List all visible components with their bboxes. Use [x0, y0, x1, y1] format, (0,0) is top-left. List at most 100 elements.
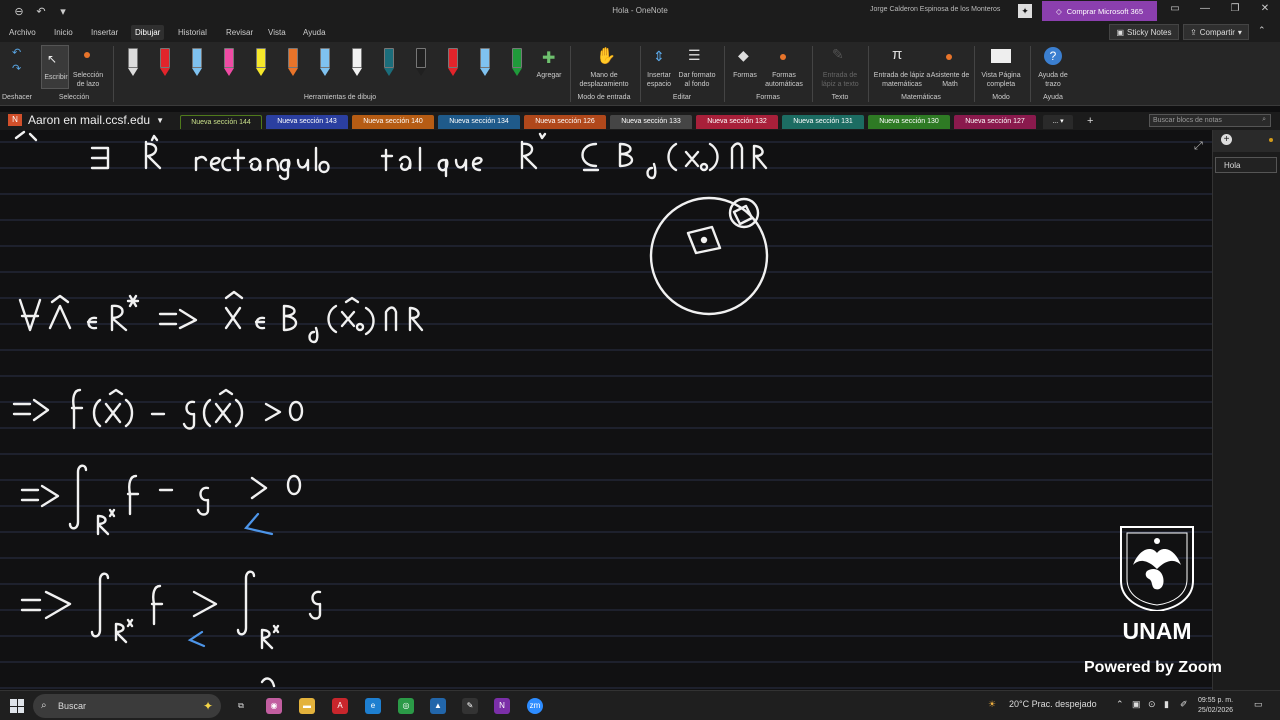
tab-archivo[interactable]: Archivo [9, 28, 36, 37]
auto-shapes-label[interactable]: Formas automáticas [762, 71, 806, 89]
sticky-notes-button[interactable]: ▣ Sticky Notes [1109, 24, 1179, 40]
section-tab[interactable]: Nueva sección 143 [266, 115, 348, 129]
user-name[interactable]: Jorge Calderon Espinosa de los Monteros [870, 6, 1000, 13]
share-button[interactable]: ⇪ Compartir ▾ [1183, 24, 1249, 40]
pen-5[interactable] [255, 48, 267, 76]
feedback-icon[interactable]: ✦ [1018, 4, 1032, 18]
tab-vista[interactable]: Vista [268, 28, 286, 37]
hand-icon[interactable]: ✋ [596, 46, 616, 66]
pen-4[interactable] [223, 48, 235, 76]
section-tab[interactable]: Nueva sección 132 [696, 115, 778, 129]
tab-dibujar[interactable]: Dibujar [131, 25, 165, 40]
clock[interactable]: 09:55 p. m. 25/02/2026 [1198, 696, 1233, 716]
math-assistant-label[interactable]: Asistente de Math [930, 71, 970, 89]
page-sort-icon[interactable] [1269, 138, 1273, 142]
full-page-label[interactable]: Vista Página completa [976, 71, 1026, 89]
pen-2[interactable] [159, 48, 171, 76]
tray-expand-icon[interactable]: ⌃ [1116, 699, 1124, 710]
pen-tray-icon[interactable]: ✐ [1180, 699, 1188, 710]
write-button[interactable]: ↖ Escribir [41, 45, 69, 89]
weather-text[interactable]: 20°C Prac. despejado [1009, 699, 1097, 709]
pen-11[interactable] [447, 48, 459, 76]
section-tab[interactable]: Nueva sección 140 [352, 115, 434, 129]
onenote-icon[interactable]: N [494, 698, 510, 714]
chrome-icon[interactable]: ◎ [398, 698, 414, 714]
pan-label[interactable]: Mano de desplazamiento [574, 71, 634, 89]
ink-help-label[interactable]: Ayuda de trazo [1033, 71, 1073, 89]
section-tab[interactable]: Nueva sección 144 [180, 115, 262, 129]
format-background-label[interactable]: Dar formato al fondo [675, 71, 719, 89]
pen-12[interactable] [479, 48, 491, 76]
microphone-icon[interactable]: ⊙ [1148, 699, 1156, 710]
insert-space-icon[interactable]: ⇕ [653, 48, 665, 65]
lasso-icon[interactable] [84, 52, 90, 58]
taskbar-search[interactable]: ⌕ Buscar ✦ [33, 694, 221, 718]
auto-shapes-icon[interactable] [780, 54, 786, 60]
notifications-icon[interactable]: ▭ [1254, 699, 1263, 710]
zoom-icon[interactable]: zm [527, 698, 543, 714]
add-pen-icon[interactable]: ✚ [542, 48, 555, 68]
file-explorer-icon[interactable]: ▬ [299, 698, 315, 714]
pen-3[interactable] [191, 48, 203, 76]
chevron-down-icon: ▼ [156, 115, 164, 125]
shapes-label[interactable]: Formas [728, 71, 762, 80]
undo-icon[interactable]: ↶ [34, 4, 48, 18]
copilot-icon[interactable]: ◉ [266, 698, 282, 714]
tab-historial[interactable]: Historial [178, 28, 207, 37]
tab-ayuda[interactable]: Ayuda [303, 28, 326, 37]
windows-start-icon[interactable] [10, 699, 24, 713]
section-tab[interactable]: Nueva sección 126 [524, 115, 606, 129]
close-icon[interactable]: ✕ [1250, 3, 1280, 14]
acrobat-icon[interactable]: A [332, 698, 348, 714]
tab-insertar[interactable]: Insertar [91, 28, 118, 37]
section-tab[interactable]: Nueva sección 127 [954, 115, 1036, 129]
weather-icon[interactable]: ☀ [988, 699, 996, 710]
photos-icon[interactable]: ▲ [430, 698, 446, 714]
search-notebooks-input[interactable]: Buscar blocs de notas ⌕ [1149, 114, 1271, 127]
pen-7[interactable] [319, 48, 331, 76]
section-tab[interactable]: Nueva sección 133 [610, 115, 692, 129]
dropdown-icon[interactable]: ▾ [56, 4, 70, 18]
ribbon-collapse-icon[interactable]: ⌃ [1258, 25, 1266, 36]
section-tab[interactable]: Nueva sección 130 [868, 115, 950, 129]
section-tab[interactable]: Nueva sección 134 [438, 115, 520, 129]
back-icon[interactable]: ⊖ [12, 4, 26, 18]
ink-math-label[interactable]: Entrada de lápiz a matemáticas [872, 71, 932, 89]
help-icon[interactable]: ? [1044, 47, 1062, 65]
full-page-icon[interactable] [991, 49, 1011, 63]
edge-icon[interactable]: e [365, 698, 381, 714]
battery-icon[interactable]: ▮ [1164, 699, 1169, 710]
add-section-icon[interactable]: + [1087, 115, 1093, 127]
pen-13[interactable] [511, 48, 523, 76]
undo-arrow-icon[interactable]: ↶ [12, 46, 21, 59]
pen-10[interactable] [415, 48, 427, 76]
minimize-icon[interactable]: — [1190, 3, 1220, 14]
notebook-selector[interactable]: N Aaron en mail.ccsf.edu ▼ [8, 113, 164, 127]
pi-icon[interactable]: π [892, 46, 902, 63]
pen-8[interactable] [351, 48, 363, 76]
buy-microsoft-365-button[interactable]: ◇ Comprar Microsoft 365 [1042, 1, 1157, 21]
redo-arrow-icon[interactable]: ↷ [12, 62, 21, 75]
lasso-label[interactable]: Selección de lazo [70, 71, 106, 89]
pen-1[interactable] [127, 48, 139, 76]
expand-icon[interactable]: ⤢ [1194, 140, 1203, 153]
inkscape-icon[interactable]: ✎ [462, 698, 478, 714]
tab-revisar[interactable]: Revisar [226, 28, 253, 37]
math-assistant-icon[interactable] [946, 54, 952, 60]
shapes-icon[interactable]: ◆ [738, 47, 749, 64]
add-pen-label[interactable]: Agregar [532, 71, 566, 80]
task-view-icon[interactable]: ⧉ [233, 698, 249, 714]
format-background-icon[interactable]: ☰ [688, 47, 701, 64]
pen-6[interactable] [287, 48, 299, 76]
section-tab[interactable]: Nueva sección 131 [782, 115, 864, 129]
insert-space-label[interactable]: Insertar espacio [644, 71, 674, 89]
tray-app-icon[interactable]: ▣ [1132, 699, 1141, 710]
note-canvas[interactable]: ⤢ [0, 130, 1212, 690]
ribbon-display-icon[interactable]: ▭ [1160, 3, 1190, 14]
add-page-icon[interactable]: + [1221, 134, 1232, 145]
page-item[interactable]: Hola [1215, 157, 1277, 173]
restore-icon[interactable]: ❐ [1220, 3, 1250, 14]
tab-inicio[interactable]: Inicio [54, 28, 73, 37]
pen-9[interactable] [383, 48, 395, 76]
more-sections-button[interactable]: ... ▾ [1043, 115, 1073, 129]
